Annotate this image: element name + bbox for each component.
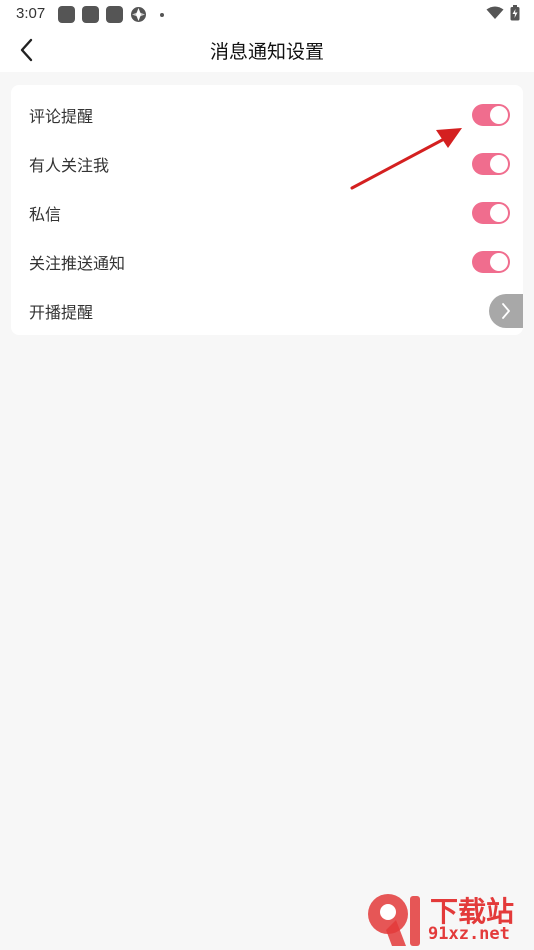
more-notifications-dot-icon <box>160 12 164 17</box>
app-notification-icon <box>106 6 123 23</box>
setting-row-live-reminder[interactable]: 开播提醒 <box>11 286 523 335</box>
new-follower-toggle[interactable] <box>472 152 510 175</box>
toggle-knob <box>490 203 508 222</box>
site-watermark: 下载站 91xz.net <box>362 890 532 948</box>
toggle-knob <box>490 252 508 271</box>
setting-row-private-message: 私信 <box>11 188 523 237</box>
private-message-toggle[interactable] <box>472 201 510 224</box>
setting-label: 私信 <box>29 204 62 224</box>
toggle-knob <box>490 105 508 124</box>
status-bar: 3:07 <box>0 0 534 28</box>
wifi-icon <box>486 6 504 19</box>
comment-reminder-toggle[interactable] <box>472 103 510 126</box>
follow-push-toggle[interactable] <box>472 250 510 273</box>
watermark-logo-icon <box>368 894 420 946</box>
battery-charging-icon <box>510 5 520 21</box>
setting-label: 开播提醒 <box>29 302 94 322</box>
system-icons <box>486 5 520 21</box>
live-reminder-open-button[interactable] <box>489 293 523 328</box>
notification-icons <box>58 6 164 23</box>
toggle-knob <box>490 154 508 173</box>
app-notification-icon <box>58 6 75 23</box>
setting-row-follow-push: 关注推送通知 <box>11 237 523 286</box>
app-header: 消息通知设置 <box>0 28 534 72</box>
setting-label: 关注推送通知 <box>29 253 126 273</box>
setting-label: 评论提醒 <box>29 106 94 126</box>
page-title: 消息通知设置 <box>209 41 324 63</box>
aperture-icon <box>131 7 146 22</box>
watermark-domain: 91xz.net <box>428 924 510 944</box>
status-time: 3:07 <box>16 5 46 22</box>
chevron-right-icon <box>502 302 510 319</box>
setting-label: 有人关注我 <box>29 155 110 175</box>
annotation-arrow-icon <box>350 128 462 190</box>
app-notification-icon <box>82 6 99 23</box>
